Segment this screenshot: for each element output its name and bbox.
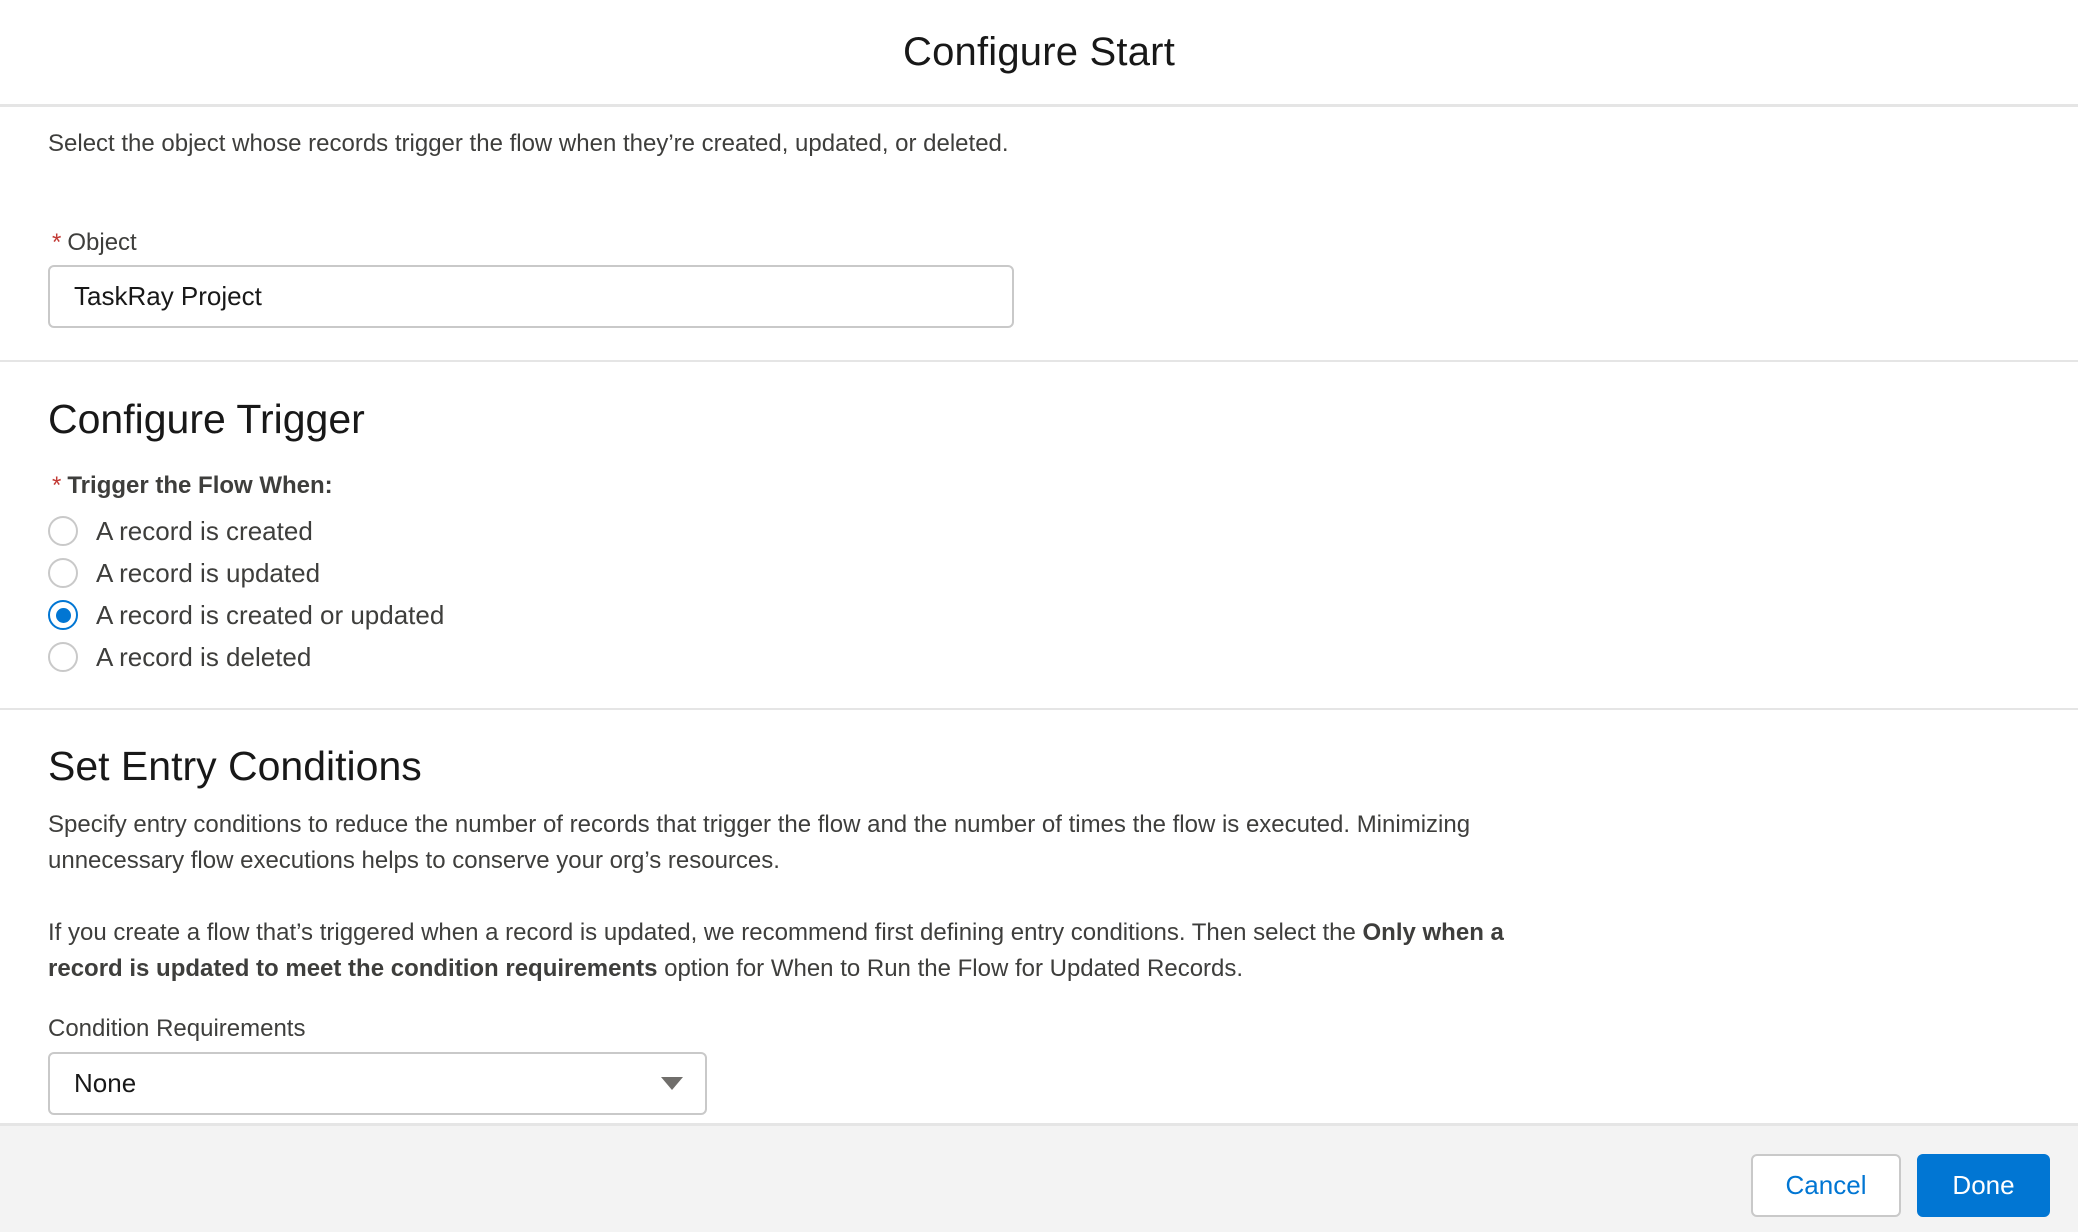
radio-option-created-or-updated[interactable]: A record is created or updated [48, 594, 444, 636]
select-value: None [74, 1068, 137, 1098]
entry-conditions-heading: Set Entry Conditions [48, 743, 422, 789]
paragraph-text: option for When to Run the Flow for Upda… [657, 955, 1244, 982]
radio-label: A record is updated [96, 557, 321, 588]
modal-title: Configure Start [902, 29, 1176, 74]
radio-option-created[interactable]: A record is created [48, 510, 444, 552]
configure-trigger-heading: Configure Trigger [48, 396, 365, 442]
radio-label: A record is created [96, 515, 313, 546]
radio-button[interactable] [48, 600, 78, 630]
radio-label: A record is created or updated [96, 599, 445, 630]
object-field-label: * Object [52, 229, 137, 257]
required-indicator: * [52, 472, 62, 499]
section-divider [0, 360, 2078, 362]
condition-label-text: Condition Requirements [48, 1015, 306, 1042]
condition-requirements-select[interactable]: None [48, 1052, 707, 1115]
entry-conditions-paragraph-2: If you create a flow that’s triggered wh… [48, 915, 1528, 987]
done-button[interactable]: Done [1917, 1154, 2050, 1217]
radio-label: A record is deleted [96, 641, 312, 672]
radio-button[interactable] [48, 516, 78, 546]
paragraph-text: If you create a flow that’s triggered wh… [48, 919, 1363, 946]
object-label: Object [67, 229, 137, 256]
section-divider [0, 708, 2078, 710]
trigger-label: Trigger the Flow When: [67, 472, 333, 499]
condition-requirements-label: Condition Requirements [48, 1015, 305, 1043]
entry-conditions-description: Specify entry conditions to reduce the n… [48, 807, 1528, 987]
radio-option-updated[interactable]: A record is updated [48, 552, 444, 594]
entry-conditions-paragraph-1: Specify entry conditions to reduce the n… [48, 811, 1471, 874]
trigger-field-label: * Trigger the Flow When: [52, 472, 333, 500]
modal-header: Configure Start [0, 0, 2078, 107]
object-input-value: TaskRay Project [74, 281, 262, 311]
cancel-button[interactable]: Cancel [1751, 1154, 1901, 1217]
object-help-text: Select the object whose records trigger … [48, 130, 1009, 157]
object-input[interactable]: TaskRay Project [48, 265, 1014, 328]
required-indicator: * [52, 229, 62, 256]
radio-button[interactable] [48, 558, 78, 588]
modal-footer: Cancel Done [0, 1123, 2078, 1232]
object-section: Select the object whose records trigger … [48, 126, 1048, 162]
radio-button[interactable] [48, 642, 78, 672]
radio-option-deleted[interactable]: A record is deleted [48, 636, 444, 678]
trigger-radio-group: A record is created A record is updated … [48, 510, 444, 678]
modal-body: Select the object whose records trigger … [0, 107, 2078, 1123]
chevron-down-icon [661, 1077, 683, 1090]
